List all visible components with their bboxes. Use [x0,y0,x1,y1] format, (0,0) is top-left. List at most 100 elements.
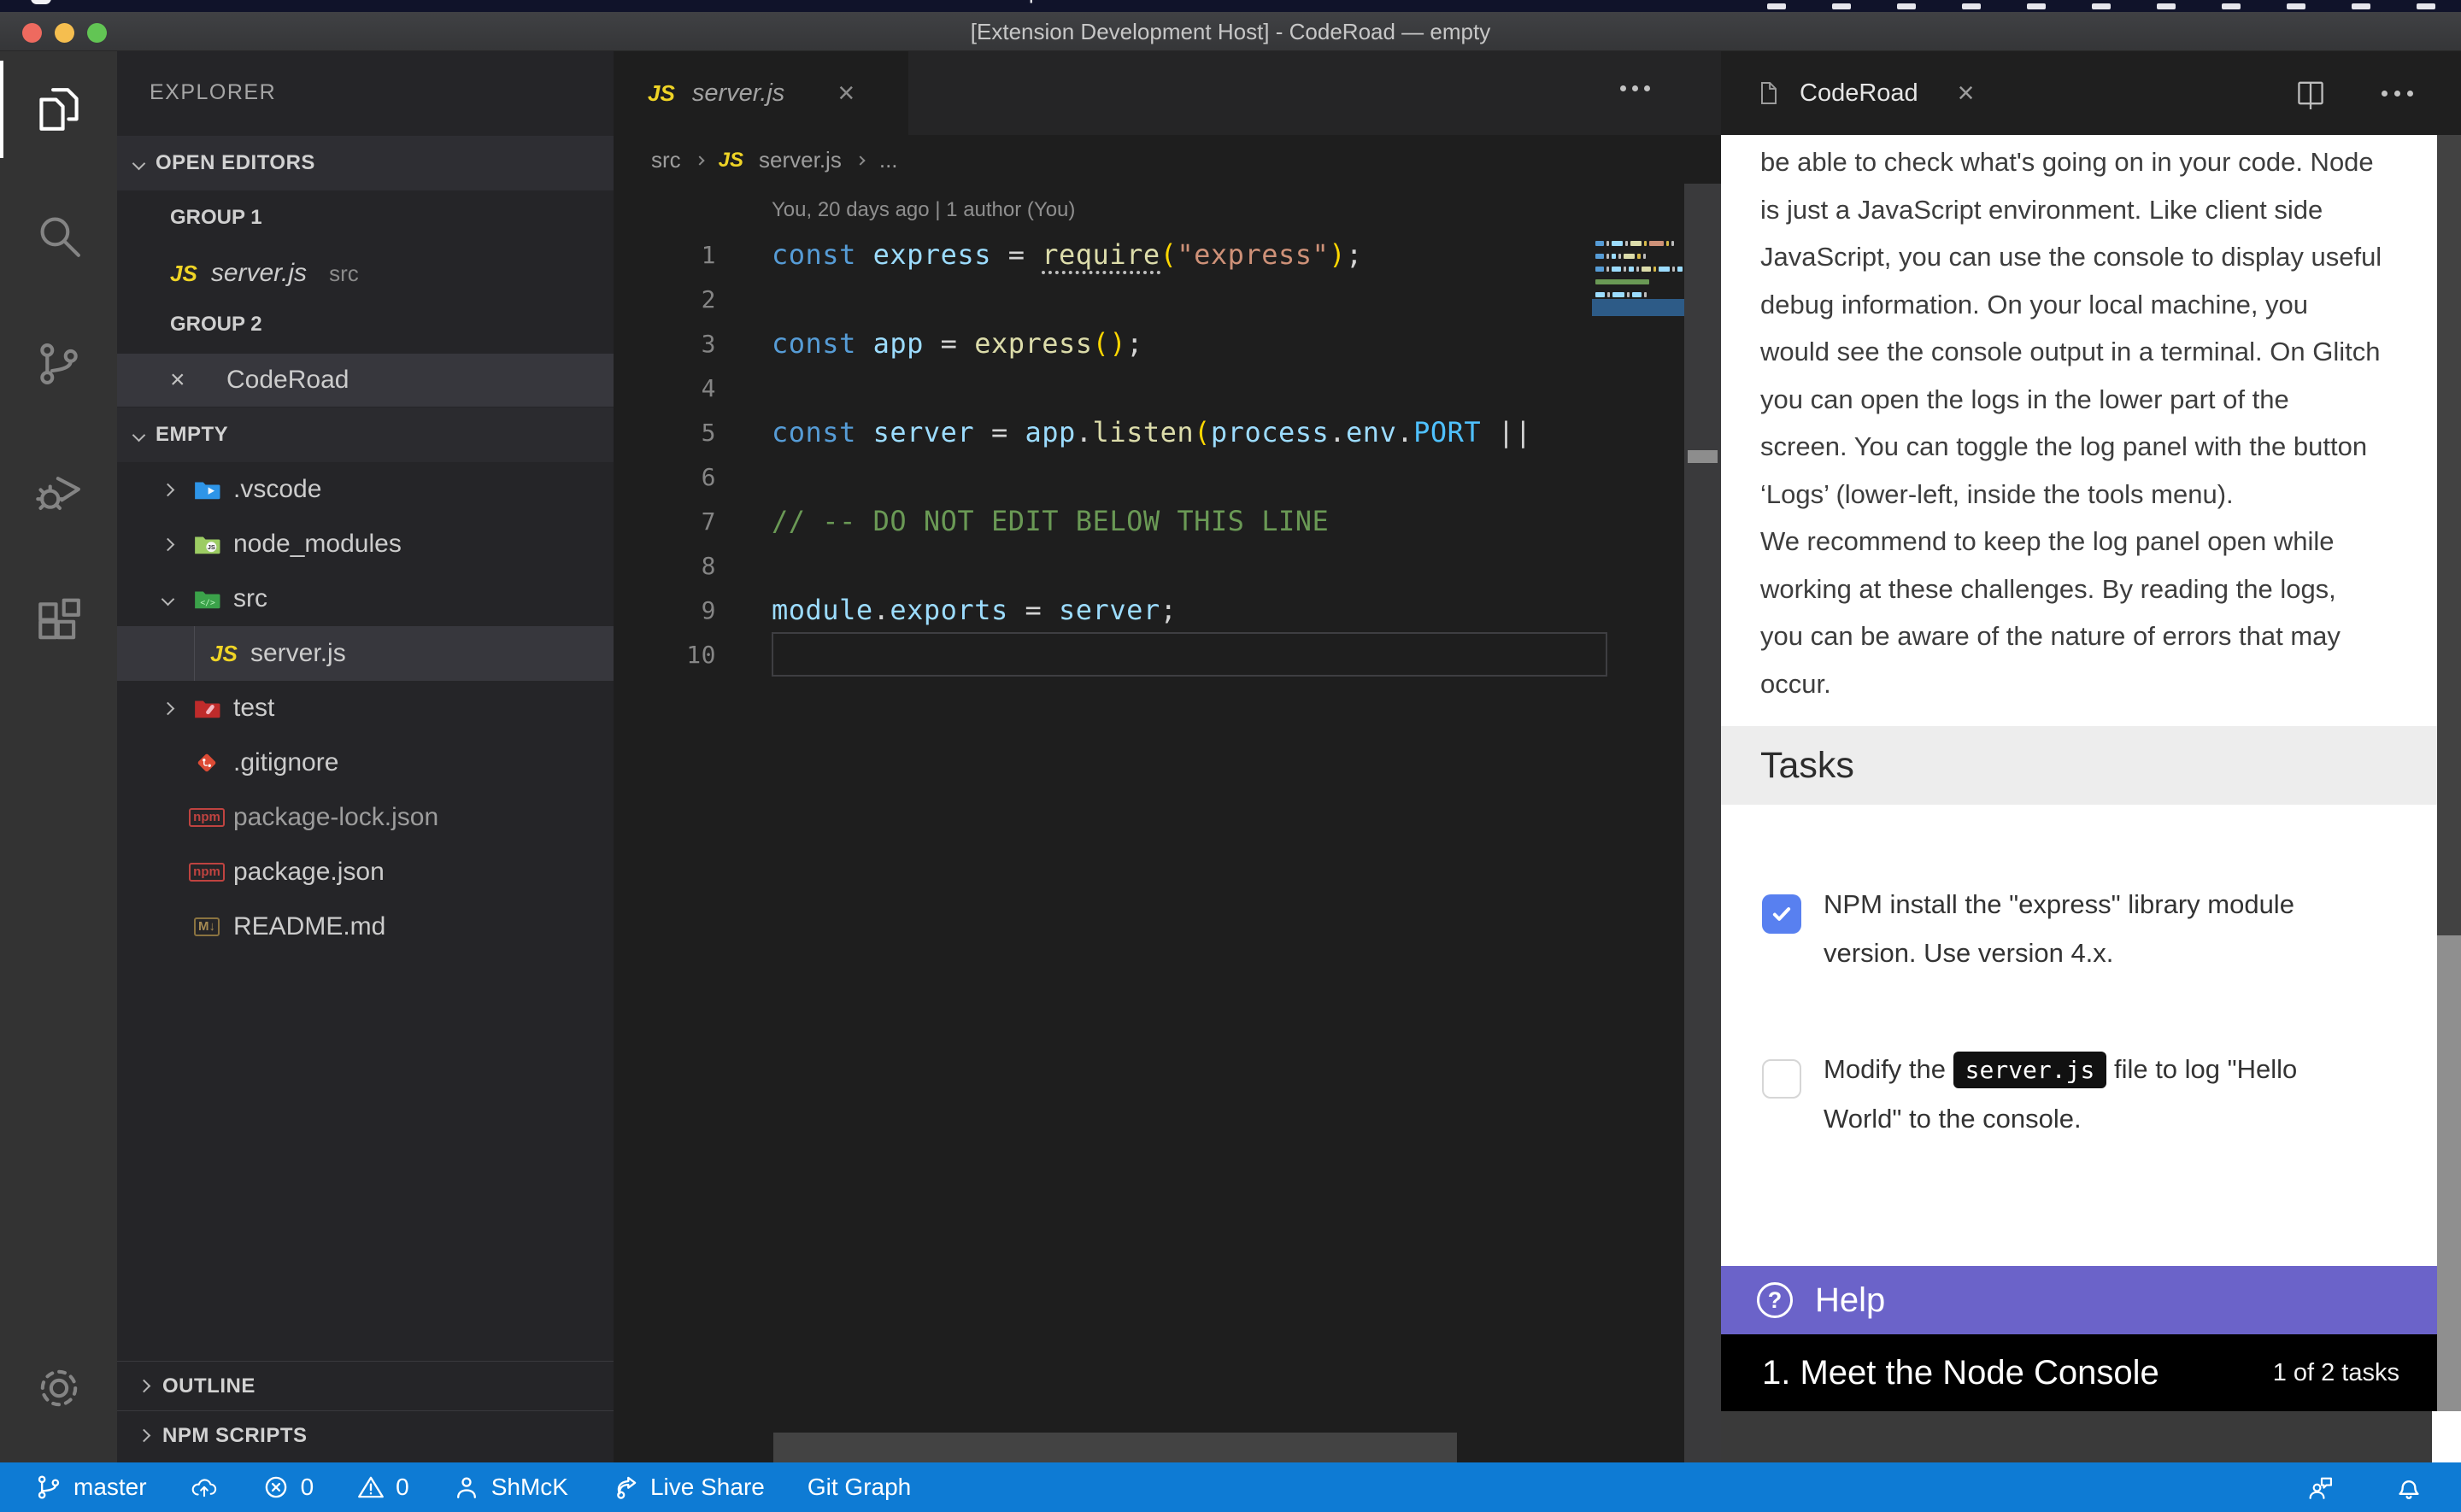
code-line-text[interactable]: module.exports = server; [772,594,1177,626]
code-line-4[interactable]: 4 [614,366,1721,410]
activity-bar-source-control[interactable] [0,308,117,419]
code-line-6[interactable]: 6 [614,454,1721,499]
minimap-line [1595,241,1674,246]
tree-item-package-json[interactable]: npmpackage.json [117,845,614,900]
webview-scrollbar-thumb[interactable] [2437,135,2461,935]
overview-ruler-marker [1688,450,1718,463]
code-line-10[interactable]: 10 [614,632,1721,677]
open-editor-item-coderoad[interactable]: ×CodeRoad [117,354,614,407]
menu-file[interactable]: File [193,0,229,4]
menu-run[interactable]: Run [658,0,699,4]
status-errors[interactable]: 0 [250,1462,326,1512]
open-editor-item-server-js[interactable]: JSserver.jssrc [117,247,614,300]
codelens-annotation[interactable]: You, 20 days ago | 1 author (You) [772,198,1075,222]
scm-icon [32,337,86,391]
editor-overview-ruler[interactable] [1684,184,1721,1462]
task-checkbox-checked[interactable] [1762,894,1801,934]
tab-server-js[interactable]: JS server.js × [614,51,908,135]
close-tab-icon[interactable]: × [837,77,855,110]
menu-selection[interactable]: Selection [356,0,448,4]
current-line-highlight[interactable] [772,632,1607,677]
section-npm-scripts[interactable]: NPM SCRIPTS [117,1410,614,1460]
tab-coderoad[interactable]: CodeRoad × [1721,77,1975,110]
help-bar[interactable]: ? Help [1721,1266,2461,1334]
tree-item--vscode[interactable]: .vscode [117,462,614,517]
breadcrumb-item-src[interactable]: src [651,147,681,173]
activity-bar-explorer[interactable] [0,54,117,165]
status-sync-publish[interactable] [178,1462,231,1512]
code-line-9[interactable]: 9module.exports = server; [614,588,1721,632]
status-account[interactable]: ShMcK [440,1462,580,1512]
menu-code[interactable]: Code [96,0,149,4]
close-editor-icon[interactable]: × [170,366,199,395]
menu-help[interactable]: Help [996,0,1041,4]
lesson-footer: 1. Meet the Node Console 1 of 2 tasks [1721,1334,2461,1411]
npm-icon: npm [192,859,221,885]
section-outline[interactable]: OUTLINE [117,1361,614,1410]
menu-window[interactable]: Window [872,0,950,4]
breadcrumb-item-server-js[interactable]: server.js [759,147,842,173]
folder-section-header[interactable]: EMPTY [117,407,614,462]
code-line-text[interactable]: const app = express(); [772,327,1143,360]
activity-bar-extensions[interactable] [0,567,117,678]
code-line-text[interactable]: // -- DO NOT EDIT BELOW THIS LINE [772,505,1329,537]
editor-more-actions-button[interactable] [1620,85,1650,91]
code-line-1[interactable]: 1 const express = require("express"); [614,232,1721,277]
status-notifications[interactable] [2382,1462,2435,1512]
breadcrumb-item--[interactable]: ... [879,147,898,173]
menu-view[interactable]: View [492,0,540,4]
tree-item-src[interactable]: </>src [117,571,614,626]
status-git-graph[interactable]: Git Graph [796,1462,923,1512]
paragraph-line: working at these challenges. By reading … [1760,566,2435,613]
line-number: 1 [614,241,716,269]
menu-go[interactable]: Go [584,0,614,4]
extensions-icon [32,595,86,650]
code-line-7[interactable]: 7// -- DO NOT EDIT BELOW THIS LINE [614,499,1721,543]
status-warnings[interactable]: 0 [344,1462,421,1512]
minimap[interactable] [1592,186,1688,357]
folder-section-label: EMPTY [156,423,228,447]
debug-icon [32,464,86,519]
breadcrumb: srcJSserver.js... [651,147,898,173]
menu-edit[interactable]: Edit [273,0,312,4]
window-title-bar[interactable]: [Extension Development Host] - CodeRoad … [0,12,2461,51]
status-live-share[interactable]: Live Share [599,1462,777,1512]
tree-item-server-js[interactable]: JSserver.js [117,626,614,681]
activity-bar-search[interactable] [0,180,117,291]
code-line-text[interactable]: const server = app.listen(process.env.PO… [772,416,1531,448]
status-feedback[interactable] [2295,1462,2348,1512]
minimap-line [1595,292,1647,297]
tree-item-node_modules[interactable]: JSnode_modules [117,517,614,571]
status-label: ShMcK [491,1474,568,1501]
tree-item-package-lock-json[interactable]: npmpackage-lock.json [117,790,614,845]
activity-bar-run-debug[interactable] [0,436,117,547]
status-git-branch[interactable]: master [22,1462,159,1512]
activity-bar-settings[interactable] [0,1333,117,1444]
menu-terminal[interactable]: Terminal [743,0,827,4]
horizontal-scrollbar-thumb[interactable] [773,1433,1457,1462]
line-number: 10 [614,641,716,669]
panel-more-actions-button[interactable] [2382,91,2413,97]
open-editors-header[interactable]: OPEN EDITORS [117,136,614,190]
code-line-2[interactable]: 2 [614,277,1721,321]
js-icon: JS [170,261,197,287]
task-progress-badge: 1 of 2 tasks [2273,1359,2399,1387]
paragraph-line: you can be aware of the nature of errors… [1760,612,2435,660]
split-editor-icon[interactable] [2294,77,2327,109]
code-line-8[interactable]: 8 [614,543,1721,588]
tree-item--gitignore[interactable]: .gitignore [117,735,614,790]
chevron-down-icon [132,428,146,442]
task-checkbox-unchecked[interactable] [1762,1059,1801,1099]
folder-src-icon: </> [192,586,221,612]
git-icon [192,750,221,776]
tree-item-label: node_modules [233,530,402,559]
code-line-5[interactable]: 5const server = app.listen(process.env.P… [614,410,1721,454]
code-line-text[interactable]: const express = require("express"); [772,238,1363,271]
close-panel-icon[interactable]: × [1958,77,1975,110]
apple-menu-icon[interactable] [31,0,51,4]
tree-item-test[interactable]: test [117,681,614,735]
code-line-3[interactable]: 3const app = express(); [614,321,1721,366]
coderoad-panel-header: CodeRoad × [1721,51,2461,135]
code-area[interactable]: 1 const express = require("express"); 23co… [614,232,1721,677]
tree-item-readme-md[interactable]: M↓README.md [117,900,614,954]
